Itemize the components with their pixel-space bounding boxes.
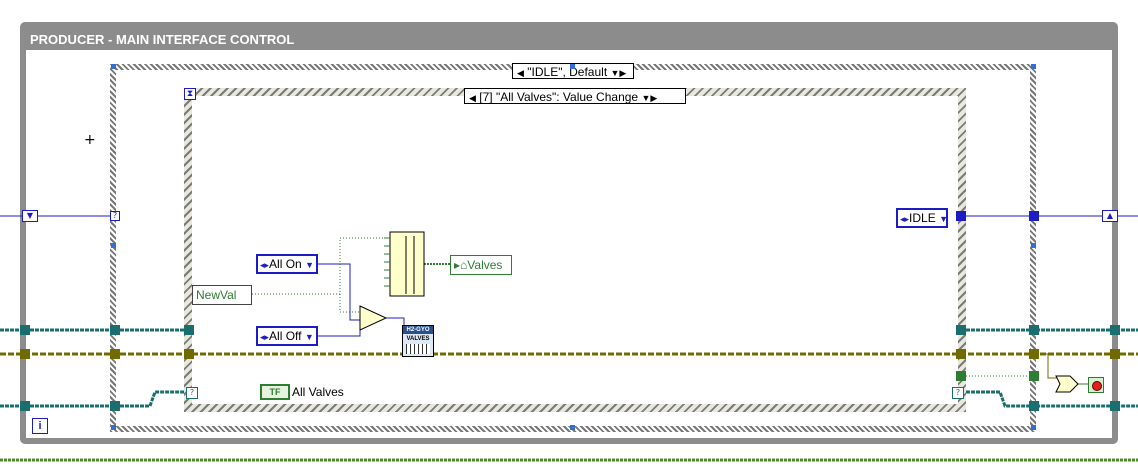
enum-output-tunnel bbox=[1029, 211, 1039, 221]
error-tunnel bbox=[956, 349, 966, 359]
error-tunnel bbox=[110, 349, 120, 359]
newval-label: NewVal bbox=[196, 288, 237, 302]
all-valves-label: All Valves bbox=[292, 385, 344, 399]
increment-arrows-icon: ◂▸ bbox=[900, 214, 910, 224]
valves-local-variable[interactable]: ▸⌂Valves bbox=[450, 255, 512, 275]
cluster-tunnel bbox=[1110, 401, 1120, 411]
error-wire bbox=[1040, 353, 1058, 379]
resize-handle[interactable] bbox=[1031, 425, 1036, 430]
select-function bbox=[359, 305, 388, 331]
wire-diagram bbox=[0, 215, 1138, 462]
resize-handle[interactable] bbox=[570, 64, 575, 69]
subvi-title: H2-GYO bbox=[403, 326, 433, 334]
idle-label: IDLE bbox=[909, 211, 936, 225]
resize-handle[interactable] bbox=[1031, 243, 1036, 248]
all-off-enum-constant[interactable]: ◂▸All Off ▼ bbox=[256, 326, 318, 346]
build-array-node bbox=[389, 231, 425, 297]
event-data-terminal[interactable]: ? bbox=[952, 387, 964, 399]
or-function bbox=[1055, 375, 1079, 393]
cluster-tunnel bbox=[110, 325, 120, 335]
error-tunnel bbox=[1029, 349, 1039, 359]
cluster-tunnel bbox=[20, 401, 30, 411]
dropdown-arrow-icon[interactable]: ▼ bbox=[305, 332, 314, 342]
case-selector-terminal[interactable]: ? bbox=[110, 211, 120, 221]
valves-subvi[interactable]: H2-GYO VALVES bbox=[402, 325, 434, 357]
resize-handle[interactable] bbox=[1031, 64, 1036, 69]
all-valves-terminal[interactable]: TF bbox=[260, 384, 290, 400]
all-on-label: All On bbox=[269, 257, 302, 271]
idle-enum-constant[interactable]: ◂▸IDLE ▼ bbox=[896, 208, 948, 228]
cluster-tunnel bbox=[1029, 401, 1039, 411]
error-tunnel bbox=[20, 349, 30, 359]
iteration-terminal[interactable]: i bbox=[32, 418, 48, 434]
crosshair-cursor-icon: + bbox=[84, 132, 96, 148]
valves-glyph-icon bbox=[406, 344, 430, 354]
shift-register-left[interactable]: ▼ bbox=[22, 210, 38, 222]
valves-label: Valves bbox=[467, 258, 503, 272]
subvi-subtitle: VALVES bbox=[406, 336, 430, 342]
cluster-tunnel bbox=[110, 401, 120, 411]
cluster-tunnel bbox=[184, 325, 194, 335]
boolean-tunnel bbox=[956, 371, 966, 381]
event-data-terminal[interactable]: ? bbox=[186, 387, 198, 399]
resize-handle[interactable] bbox=[111, 64, 116, 69]
resize-handle[interactable] bbox=[111, 243, 116, 248]
enum-wire bbox=[318, 328, 361, 337]
terminal-tag: TF bbox=[269, 387, 281, 397]
cluster-tunnel bbox=[1110, 325, 1120, 335]
dropdown-arrow-icon[interactable]: ▼ bbox=[939, 214, 948, 224]
boolean-tunnel bbox=[1029, 371, 1039, 381]
stop-button[interactable] bbox=[1088, 377, 1104, 393]
cluster-wire bbox=[148, 390, 184, 407]
increment-arrows-icon: ◂▸ bbox=[260, 260, 270, 270]
house-icon: ▸⌂ bbox=[454, 258, 468, 272]
cluster-tunnel bbox=[1029, 325, 1039, 335]
newval-event-data-node[interactable]: NewVal bbox=[192, 285, 252, 305]
shift-register-right[interactable]: ▲ bbox=[1102, 210, 1118, 222]
increment-arrows-icon: ◂▸ bbox=[260, 332, 270, 342]
cluster-tunnel bbox=[20, 325, 30, 335]
all-on-enum-constant[interactable]: ◂▸All On ▼ bbox=[256, 254, 318, 274]
error-tunnel bbox=[184, 349, 194, 359]
stop-icon bbox=[1092, 381, 1102, 391]
all-off-label: All Off bbox=[269, 329, 302, 343]
dropdown-arrow-icon[interactable]: ▼ bbox=[305, 260, 314, 270]
error-tunnel bbox=[1110, 349, 1120, 359]
resize-handle[interactable] bbox=[111, 425, 116, 430]
enum-output-tunnel bbox=[956, 211, 966, 221]
resize-handle[interactable] bbox=[570, 425, 575, 430]
cluster-tunnel bbox=[956, 325, 966, 335]
